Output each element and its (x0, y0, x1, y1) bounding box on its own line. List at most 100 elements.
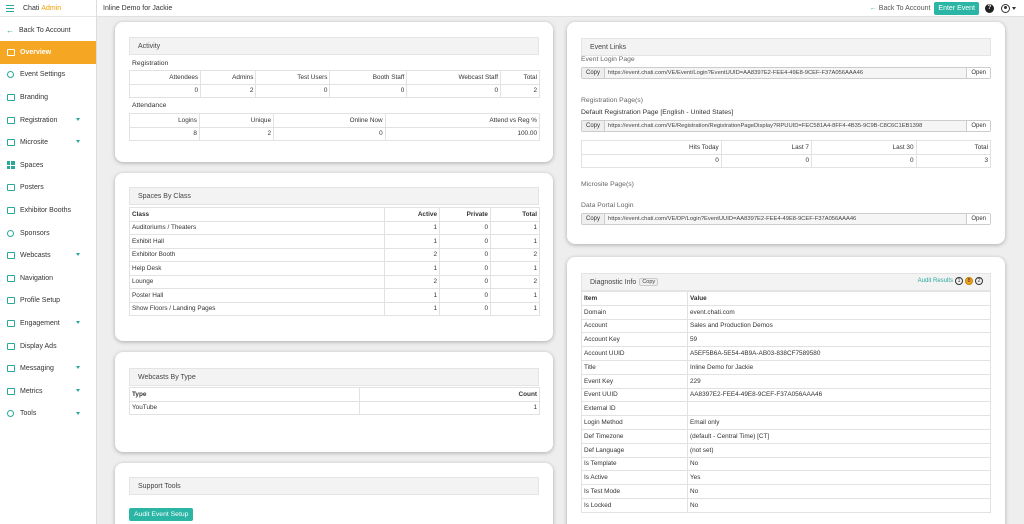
sidebar-item-overview[interactable]: Overview (0, 41, 96, 64)
audit-warning-count[interactable]: 8 (965, 277, 973, 285)
sidebar-item-registration[interactable]: Registration (0, 109, 96, 132)
event-links-card: Event Links Event Login Page Copy https:… (567, 22, 1005, 244)
table-cell: 0 (439, 301, 491, 316)
table-cell: Yes (687, 470, 991, 486)
sidebar-item-profile-setup[interactable]: Profile Setup (0, 290, 96, 313)
table-row: Def Timezone (default - Central Time) [CT… (581, 428, 991, 444)
table-header-row: Logins Unique Online Now Attend vs Reg % (129, 113, 541, 128)
sponsor-icon (6, 229, 15, 238)
registration-url[interactable]: https://event.chati.com/VE/Registration/… (605, 121, 967, 131)
audit-info-count[interactable]: 1 (955, 277, 963, 285)
sidebar-item-navigation[interactable]: Navigation (0, 267, 96, 290)
chevron-down-icon[interactable] (76, 253, 80, 257)
column-header: Last 30 (811, 140, 917, 155)
copy-diagnostic-button[interactable]: Copy (639, 278, 659, 286)
table-cell: AA8397E2-FEE4-49E8-9CEF-F37A056AAA46 (687, 387, 991, 403)
event-login-url[interactable]: https://event.chati.com/VE/Event/Login?E… (605, 68, 967, 78)
table-cell: 229 (687, 373, 991, 389)
sidebar-item-label: Registration (20, 116, 58, 124)
column-header: Booth Staff (329, 70, 408, 85)
column-header: Online Now (273, 113, 386, 128)
chevron-down-icon[interactable] (76, 411, 80, 415)
table-cell: Event Key (581, 373, 688, 389)
user-avatar-icon[interactable] (1001, 3, 1010, 13)
chevron-down-icon[interactable] (76, 366, 80, 370)
table-row: Account Sales and Production Demos (581, 318, 991, 334)
column-header: Hits Today (581, 140, 722, 155)
sidebar-item-exhibitor-booths[interactable]: Exhibitor Booths (0, 199, 96, 222)
table-header-row: Type Count (129, 387, 540, 402)
chevron-down-icon[interactable] (76, 140, 80, 144)
sidebar-item-branding[interactable]: Branding (0, 86, 96, 109)
table-row: 8 2 0 100.00 (129, 126, 541, 141)
table-cell: 0 (439, 247, 491, 262)
registration-hits-table: Hits Today Last 7 Last 30 Total 0 0 0 3 (581, 140, 992, 168)
open-registration-url-button[interactable]: Open (966, 121, 990, 131)
table-cell: Is Active (581, 470, 688, 486)
table-cell: 1 (384, 220, 440, 235)
table-cell: 0 (406, 83, 502, 98)
sidebar-item-spaces[interactable]: Spaces (0, 154, 96, 177)
table-row: Login Method Email only (581, 415, 991, 430)
table-cell: 1 (359, 400, 540, 415)
copy-registration-url-button[interactable]: Copy (582, 121, 606, 131)
arrow-left-icon: ← (869, 4, 877, 12)
sidebar-item-posters[interactable]: Posters (0, 177, 96, 200)
sidebar-item-engagement[interactable]: Engagement (0, 312, 96, 335)
sidebar-item-messaging[interactable]: Messaging (0, 357, 96, 380)
table-row: Help Desk 1 0 1 (129, 261, 540, 276)
broadcast-icon (6, 251, 15, 260)
audit-error-count[interactable]: 2 (975, 277, 983, 285)
sidebar-item-label: Tools (20, 410, 37, 418)
sidebar-back-to-account[interactable]: ← Back To Account (0, 19, 96, 41)
audit-event-setup-button[interactable]: Audit Event Setup (129, 508, 194, 521)
top-back-to-account-link[interactable]: ← Back To Account (870, 5, 931, 12)
table-cell: Sales and Production Demos (687, 318, 991, 334)
audit-results[interactable]: Audit Results 1 8 2 (918, 277, 983, 285)
table-cell: (not set) (687, 442, 991, 458)
table-cell: Is Test Mode (581, 484, 688, 499)
sidebar-item-display-ads[interactable]: Display Ads (0, 335, 96, 358)
column-header: Webcast Staff (406, 70, 502, 85)
table-cell: 1 (490, 234, 540, 249)
help-icon[interactable]: ? (985, 3, 994, 13)
open-portal-url-button[interactable]: Open (966, 214, 990, 224)
sidebar-item-label: Exhibitor Booths (20, 206, 71, 214)
diagnostic-table: Item Value Domain event.chati.com Account Sal… (581, 291, 991, 513)
sidebar-item-sponsors[interactable]: Sponsors (0, 222, 96, 245)
sidebar-item-event-settings[interactable]: Event Settings (0, 64, 96, 87)
data-portal-url[interactable]: https://event.chati.com/VE/DP/Login?Even… (605, 214, 967, 224)
enter-event-button[interactable]: Enter Event (934, 1, 979, 15)
message-icon (6, 364, 15, 373)
copy-portal-url-button[interactable]: Copy (582, 214, 606, 224)
sidebar-nav: Overview Event Settings Branding Registrati… (0, 41, 96, 425)
hamburger-menu-icon[interactable] (6, 4, 14, 12)
sidebar-item-label: Overview (20, 48, 52, 56)
column-header: Active (384, 207, 440, 222)
sidebar-item-label: Engagement (20, 319, 60, 327)
copy-login-url-button[interactable]: Copy (582, 68, 606, 78)
table-cell: Title (581, 359, 688, 375)
table-cell: Is Template (581, 456, 688, 472)
table-cell: Email only (687, 415, 991, 430)
sidebar-item-microsite[interactable]: Microsite (0, 131, 96, 154)
chevron-down-icon[interactable] (76, 321, 80, 325)
sidebar-item-webcasts[interactable]: Webcasts (0, 244, 96, 267)
table-cell: 1 (384, 301, 440, 316)
spaces-table: Class Active Private Total Auditoriums / The… (129, 207, 540, 316)
table-cell: 0 (581, 153, 722, 168)
sidebar-item-tools[interactable]: Tools (0, 403, 96, 426)
table-row: Def Language (not set) (581, 442, 991, 458)
open-login-url-button[interactable]: Open (966, 68, 990, 78)
support-card: Support Tools Audit Event Setup (115, 463, 553, 524)
chevron-down-icon[interactable] (1012, 6, 1016, 10)
sidebar-item-label: Navigation (20, 274, 54, 282)
table-header-row: Hits Today Last 7 Last 30 Total (581, 140, 992, 155)
chevron-down-icon[interactable] (76, 117, 80, 121)
table-cell: YouTube (129, 400, 360, 415)
arrow-left-icon: ← (6, 25, 14, 35)
table-cell: 0 (720, 153, 813, 168)
sidebar-item-metrics[interactable]: Metrics (0, 380, 96, 403)
table-header-row: Class Active Private Total (129, 207, 540, 222)
chevron-down-icon[interactable] (76, 388, 80, 392)
